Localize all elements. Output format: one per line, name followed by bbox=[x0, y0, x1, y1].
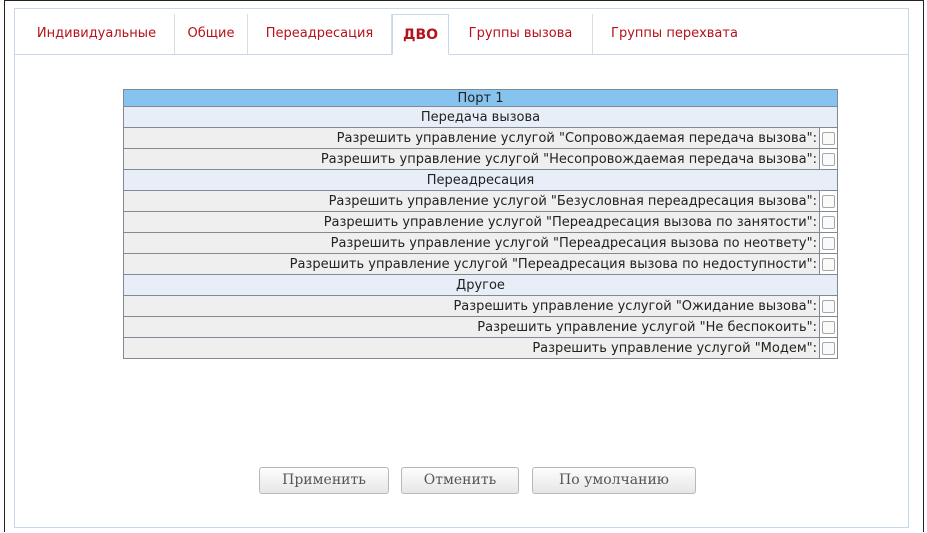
section-title-forwarding: Переадресация bbox=[123, 169, 838, 191]
tab-bar: Индивидуальные Общие Переадресация ДВО Г… bbox=[15, 9, 908, 55]
option-label: Разрешить управление услугой "Переадреса… bbox=[123, 211, 820, 233]
option-label: Разрешить управление услугой "Несопровож… bbox=[123, 148, 820, 170]
tab-call-groups[interactable]: Группы вызова bbox=[449, 14, 593, 54]
port-header-row: Порт 1 bbox=[123, 89, 838, 107]
default-button[interactable]: По умолчанию bbox=[532, 467, 696, 494]
dvo-settings-table: Порт 1 Передача вызова Разрешить управле… bbox=[123, 89, 838, 359]
section-header: Передача вызова bbox=[123, 106, 838, 128]
option-row: Разрешить управление услугой "Не беспоко… bbox=[123, 316, 838, 338]
option-label: Разрешить управление услугой "Переадреса… bbox=[123, 232, 820, 254]
cfb-checkbox[interactable] bbox=[822, 215, 835, 229]
attended-transfer-checkbox[interactable] bbox=[822, 131, 835, 145]
cfu-checkbox[interactable] bbox=[822, 194, 835, 208]
option-label: Разрешить управление услугой "Не беспоко… bbox=[123, 316, 820, 338]
cfoos-checkbox[interactable] bbox=[822, 257, 835, 271]
option-label: Разрешить управление услугой "Модем": bbox=[123, 337, 820, 359]
option-label: Разрешить управление услугой "Ожидание в… bbox=[123, 295, 820, 317]
tab-general[interactable]: Общие bbox=[175, 14, 248, 54]
cancel-button[interactable]: Отменить bbox=[401, 467, 519, 494]
modem-checkbox[interactable] bbox=[822, 341, 835, 355]
option-row: Разрешить управление услугой "Переадреса… bbox=[123, 253, 838, 275]
option-row: Разрешить управление услугой "Модем": bbox=[123, 337, 838, 359]
section-header: Переадресация bbox=[123, 169, 838, 191]
section-title-other: Другое bbox=[123, 274, 838, 296]
option-row: Разрешить управление услугой "Переадреса… bbox=[123, 232, 838, 254]
tab-pickup-groups[interactable]: Группы перехвата bbox=[593, 14, 756, 54]
option-row: Разрешить управление услугой "Безусловна… bbox=[123, 190, 838, 212]
option-row: Разрешить управление услугой "Переадреса… bbox=[123, 211, 838, 233]
option-label: Разрешить управление услугой "Сопровожда… bbox=[123, 127, 820, 149]
tab-dvo[interactable]: ДВО bbox=[392, 14, 449, 55]
tab-forwarding[interactable]: Переадресация bbox=[248, 14, 392, 54]
section-title-transfer: Передача вызова bbox=[123, 106, 838, 128]
option-label: Разрешить управление услугой "Переадреса… bbox=[123, 253, 820, 275]
tab-individual[interactable]: Индивидуальные bbox=[19, 14, 175, 54]
section-header: Другое bbox=[123, 274, 838, 296]
option-row: Разрешить управление услугой "Ожидание в… bbox=[123, 295, 838, 317]
port-title: Порт 1 bbox=[123, 89, 838, 107]
apply-button[interactable]: Применить bbox=[259, 467, 389, 494]
button-bar: Применить Отменить По умолчанию bbox=[259, 467, 719, 497]
dnd-checkbox[interactable] bbox=[822, 320, 835, 334]
settings-panel: Индивидуальные Общие Переадресация ДВО Г… bbox=[14, 8, 909, 528]
option-row: Разрешить управление услугой "Несопровож… bbox=[123, 148, 838, 170]
cfnr-checkbox[interactable] bbox=[822, 236, 835, 250]
unattended-transfer-checkbox[interactable] bbox=[822, 152, 835, 166]
call-waiting-checkbox[interactable] bbox=[822, 299, 835, 313]
option-row: Разрешить управление услугой "Сопровожда… bbox=[123, 127, 838, 149]
option-label: Разрешить управление услугой "Безусловна… bbox=[123, 190, 820, 212]
